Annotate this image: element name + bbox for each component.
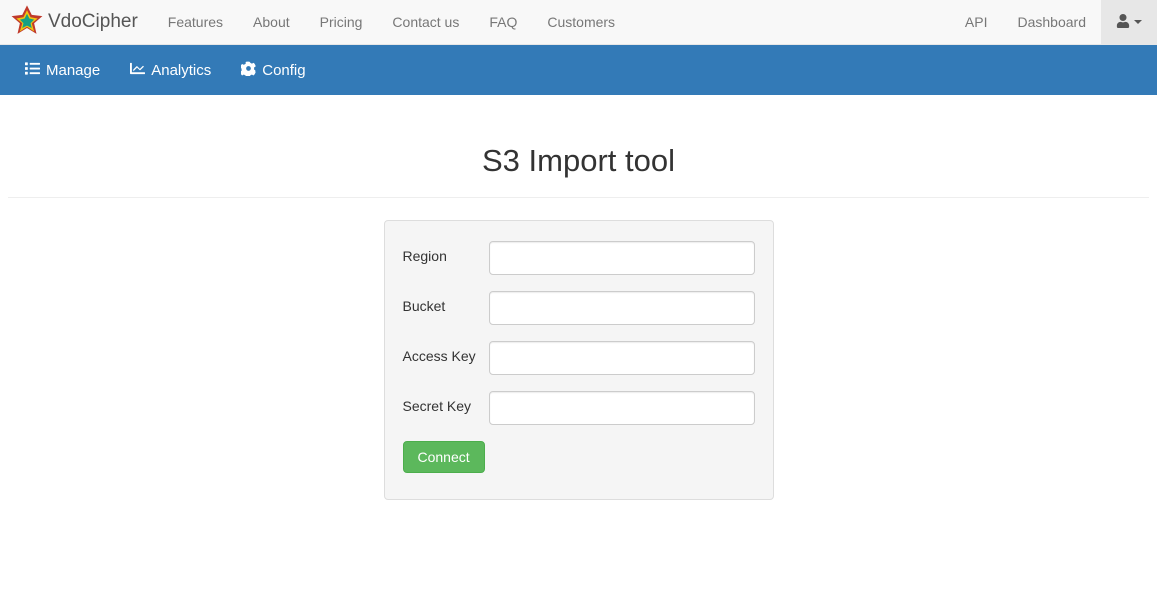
subnav-analytics-label: Analytics: [151, 62, 211, 79]
subnav-analytics[interactable]: Analytics: [115, 45, 226, 95]
nav-pricing[interactable]: Pricing: [305, 0, 378, 45]
user-menu-toggle[interactable]: [1101, 0, 1157, 45]
page-title: S3 Import tool: [8, 143, 1149, 179]
dashboard-subnav: Manage Analytics Config: [0, 45, 1157, 95]
brand-text: VdoCipher: [48, 11, 138, 33]
bucket-input[interactable]: [489, 291, 755, 325]
nav-features[interactable]: Features: [153, 0, 238, 45]
top-nav-right: API Dashboard: [950, 0, 1157, 45]
bucket-label: Bucket: [403, 291, 489, 314]
top-navbar: VdoCipher Features About Pricing Contact…: [0, 0, 1157, 45]
caret-down-icon: [1134, 20, 1142, 24]
nav-about[interactable]: About: [238, 0, 305, 45]
region-input[interactable]: [489, 241, 755, 275]
user-icon: [1116, 14, 1130, 31]
gear-icon: [241, 61, 256, 80]
top-nav-links: Features About Pricing Contact us FAQ Cu…: [153, 0, 950, 45]
form-row-accesskey: Access Key: [403, 341, 755, 375]
nav-faq[interactable]: FAQ: [474, 0, 532, 45]
list-icon: [25, 61, 40, 80]
secretkey-label: Secret Key: [403, 391, 489, 414]
brand-logo-icon: [8, 3, 46, 41]
page-header: S3 Import tool: [8, 95, 1149, 198]
accesskey-label: Access Key: [403, 341, 489, 364]
form-row-bucket: Bucket: [403, 291, 755, 325]
nav-contact[interactable]: Contact us: [377, 0, 474, 45]
secretkey-input[interactable]: [489, 391, 755, 425]
s3-import-form-panel: Region Bucket Access Key Secret Key Conn…: [384, 220, 774, 500]
subnav-config[interactable]: Config: [226, 45, 320, 95]
brand-link[interactable]: VdoCipher: [8, 3, 138, 41]
page-container: S3 Import tool Region Bucket Access Key …: [0, 95, 1157, 500]
form-row-secretkey: Secret Key: [403, 391, 755, 425]
connect-button[interactable]: Connect: [403, 441, 485, 473]
region-label: Region: [403, 241, 489, 264]
subnav-manage-label: Manage: [46, 62, 100, 79]
nav-customers[interactable]: Customers: [532, 0, 630, 45]
chart-line-icon: [130, 61, 145, 80]
nav-dashboard[interactable]: Dashboard: [1003, 0, 1102, 45]
accesskey-input[interactable]: [489, 341, 755, 375]
subnav-manage[interactable]: Manage: [10, 45, 115, 95]
form-row-region: Region: [403, 241, 755, 275]
nav-api[interactable]: API: [950, 0, 1003, 45]
subnav-config-label: Config: [262, 62, 305, 79]
